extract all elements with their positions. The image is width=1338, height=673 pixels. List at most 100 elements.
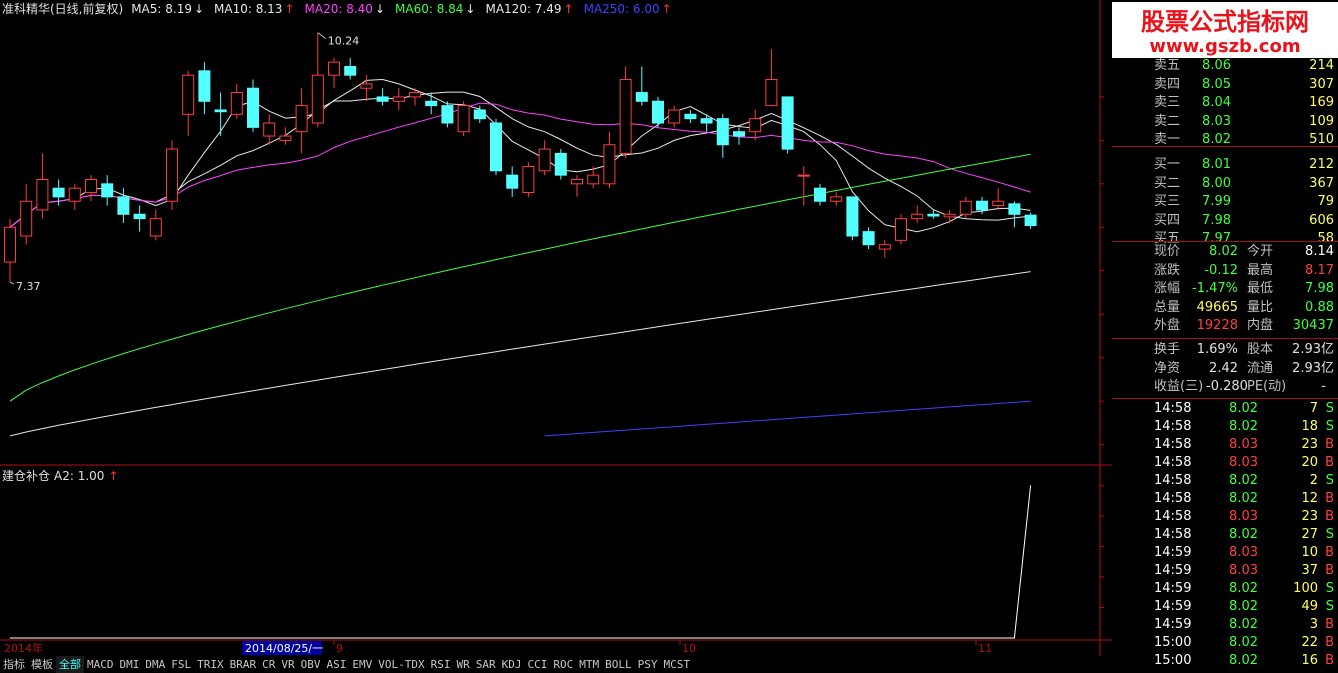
tick-price: 8.02 <box>1229 635 1258 650</box>
quote-label: 内盘 <box>1247 318 1274 334</box>
quote-value: 8.17 <box>1305 262 1334 278</box>
indicator-tab[interactable]: MCST <box>660 656 693 673</box>
pe-value: - <box>1321 379 1326 394</box>
quote-label: 最高 <box>1247 262 1274 278</box>
indicator-tab[interactable]: SAR <box>473 656 499 673</box>
high-label: 10.24 <box>328 35 360 48</box>
tick-direction: S <box>1325 401 1334 416</box>
indicator-tab[interactable]: MACD <box>84 656 117 673</box>
tick-row: 15:00 8.02 22 B <box>1112 634 1338 652</box>
indicator-tab[interactable]: FSL <box>168 656 194 673</box>
indicator-tab[interactable]: ASI <box>324 656 350 673</box>
quote-row: 涨跌 -0.12 最高 8.17 <box>1112 262 1338 280</box>
sub-indicator-name: 建仓补仓 <box>2 469 50 483</box>
pe-label: PE(动) <box>1247 379 1287 394</box>
order-book-row: 买一 8.01 212 <box>1112 156 1338 174</box>
finance-label: 股本 <box>1247 342 1274 357</box>
tick-row: 14:59 8.03 10 B <box>1112 544 1338 562</box>
tick-time: 14:58 <box>1154 437 1192 452</box>
indicator-tab[interactable]: OBV <box>298 656 324 673</box>
tick-price: 8.02 <box>1229 581 1258 596</box>
candle <box>490 118 502 176</box>
month-label: 11 <box>978 642 992 655</box>
indicator-tab[interactable]: VR <box>278 656 297 673</box>
tick-volume: 10 <box>1301 545 1318 560</box>
tick-volume: 12 <box>1301 491 1318 506</box>
order-label: 卖五 <box>1154 58 1181 73</box>
quote-value: 8.14 <box>1305 244 1334 259</box>
cursor-date: 2014/08/25/一 <box>245 642 323 655</box>
tick-row: 14:59 8.02 49 S <box>1112 598 1338 616</box>
tick-direction: S <box>1325 581 1334 596</box>
order-volume: 79 <box>1317 194 1334 210</box>
indicator-tab[interactable]: VOL-TDX <box>375 656 427 673</box>
indicator-tab[interactable]: KDJ <box>499 656 525 673</box>
order-book-row: 买四 7.98 606 <box>1112 212 1338 230</box>
ma-legend-arrow: ↑ <box>662 2 672 16</box>
quote-row: 外盘 19228 内盘 30437 <box>1112 317 1338 335</box>
tick-volume: 27 <box>1301 527 1318 542</box>
candle <box>457 101 470 137</box>
candle <box>619 66 632 158</box>
finance-value: 2.93亿 <box>1292 360 1334 376</box>
quote-label: 最低 <box>1247 281 1274 297</box>
eps-row: 收益(三) -0.280 PE(动) - <box>1112 378 1338 396</box>
tick-price: 8.02 <box>1229 599 1258 614</box>
kline-chart[interactable]: 10.247.37 9.509.008.508.007.507.006.506.… <box>0 0 1112 673</box>
indicator-tab[interactable]: RSI <box>428 656 454 673</box>
ma-legend-item: MA20: 8.40 <box>305 2 373 16</box>
ma-legend-item: MA120: 7.49 <box>485 2 561 16</box>
indicator-tab[interactable]: CCI <box>524 656 550 673</box>
quote-value: 0.88 <box>1305 299 1334 315</box>
indicator-tab[interactable]: 模板 <box>28 656 56 673</box>
eps-label: 收益(三) <box>1154 379 1204 394</box>
candle <box>441 101 454 128</box>
order-price: 8.05 <box>1202 76 1231 92</box>
tick-row: 14:59 8.02 3 B <box>1112 616 1338 634</box>
quote-value: 49665 <box>1196 299 1238 315</box>
low-label: 7.37 <box>16 280 41 293</box>
tick-price: 8.03 <box>1229 455 1258 470</box>
order-volume: 169 <box>1309 95 1334 111</box>
indicator-tab[interactable]: CR <box>259 656 278 673</box>
tick-direction: B <box>1325 563 1334 578</box>
tick-time: 14:58 <box>1154 491 1192 506</box>
indicator-tab[interactable]: EMV <box>349 656 375 673</box>
order-label: 卖三 <box>1154 95 1181 111</box>
ma-legend-arrow: ↑ <box>284 2 294 16</box>
indicator-tab[interactable]: WR <box>453 656 472 673</box>
indicator-tab[interactable]: PSY <box>635 656 661 673</box>
indicator-tab[interactable]: BOLL <box>602 656 635 673</box>
tick-row: 14:59 8.03 37 B <box>1112 562 1338 580</box>
ma-legend-arrow: ↓ <box>194 2 204 16</box>
tick-time: 14:58 <box>1154 455 1192 470</box>
order-book-row: 卖五 8.06 214 <box>1112 57 1338 75</box>
tick-price: 8.02 <box>1229 653 1258 668</box>
watermark: 股票公式指标网 www.gszb.com <box>1112 2 1338 58</box>
quote-value: -0.12 <box>1204 262 1238 278</box>
tick-direction: B <box>1325 635 1334 650</box>
indicator-tab[interactable]: 指标 <box>0 656 28 673</box>
ma-legend-arrow: ↓ <box>375 2 385 16</box>
indicator-tab[interactable]: TRIX <box>194 656 227 673</box>
order-price: 8.06 <box>1202 58 1231 73</box>
tick-direction: B <box>1325 455 1334 470</box>
indicator-tab[interactable]: BRAR <box>227 656 260 673</box>
indicator-tab[interactable]: DMA <box>142 656 168 673</box>
tick-volume: 20 <box>1301 455 1318 470</box>
order-price: 8.04 <box>1202 95 1231 111</box>
order-price: 8.00 <box>1202 175 1231 191</box>
tick-time: 14:59 <box>1154 617 1192 632</box>
indicator-tab[interactable]: 全部 <box>56 656 84 673</box>
indicator-tab[interactable]: DMI <box>117 656 143 673</box>
indicator-tab[interactable]: MTM <box>576 656 602 673</box>
order-book-row: 买二 8.00 367 <box>1112 175 1338 193</box>
order-volume: 214 <box>1309 58 1334 73</box>
order-label: 买四 <box>1154 212 1181 228</box>
quote-label: 外盘 <box>1154 318 1181 334</box>
tick-volume: 16 <box>1301 653 1318 668</box>
indicator-tab[interactable]: ROC <box>550 656 576 673</box>
tick-volume: 37 <box>1301 563 1318 578</box>
order-book-row: 买三 7.99 79 <box>1112 193 1338 211</box>
quote-label: 涨幅 <box>1154 281 1181 297</box>
